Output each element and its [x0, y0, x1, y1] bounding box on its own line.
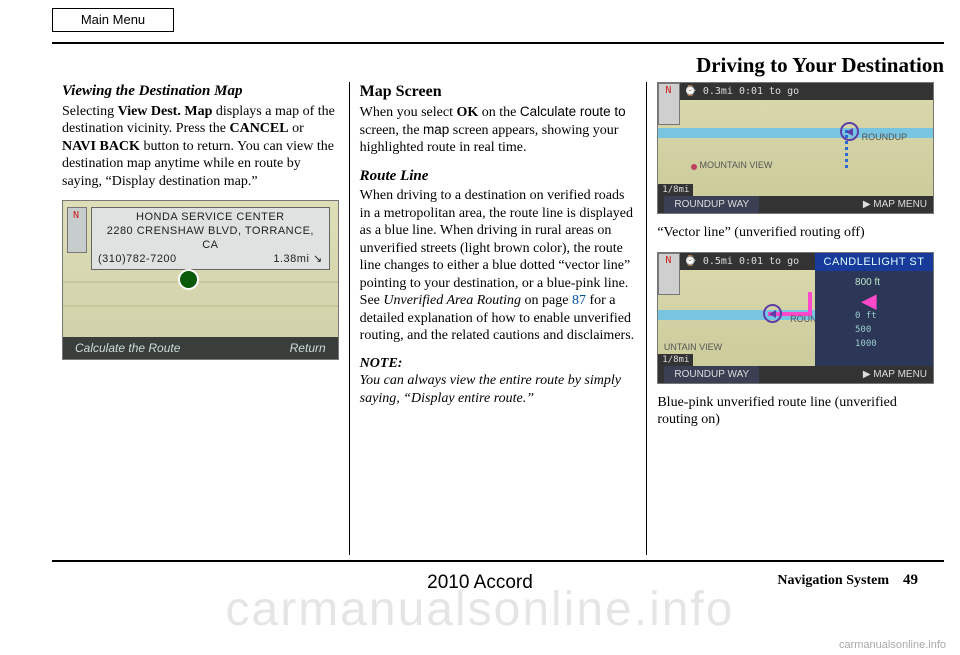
turn-arrow-icon: ◀ — [861, 291, 933, 311]
map-label: map — [423, 122, 449, 137]
text: on the — [478, 105, 520, 120]
scale-label: 1/8mi — [658, 184, 693, 196]
col2-heading: Map Screen — [360, 82, 637, 102]
current-road: ROUNDUP WAY — [664, 366, 759, 383]
map-roads — [63, 259, 338, 337]
road-label: ROUNDUP — [862, 132, 908, 143]
caption-vector-line: “Vector line” (unverified routing off) — [657, 224, 934, 242]
map-menu-button[interactable]: ▶ MAP MENU — [863, 196, 927, 213]
cancel-label: CANCEL — [229, 121, 288, 136]
vehicle-icon — [840, 122, 859, 141]
dest-address: 2280 CRENSHAW BLVD, TORRANCE, CA — [98, 225, 323, 253]
bottom-bar: ROUNDUP WAY ▶ MAP MENU — [658, 366, 933, 383]
compass-icon — [67, 207, 87, 253]
rule-bottom — [52, 560, 944, 562]
navi-back-label: NAVI BACK — [62, 139, 140, 154]
col2-p2: When driving to a destination on verifie… — [360, 187, 637, 345]
pink-route-icon — [808, 292, 812, 316]
note-label: NOTE: — [360, 355, 637, 373]
tick: 1000 — [855, 339, 933, 353]
text: When you select — [360, 105, 457, 120]
rule-top — [52, 42, 944, 44]
watermark-small: carmanualsonline.info — [839, 639, 946, 651]
column-2: Map Screen When you select OK on the Cal… — [349, 82, 647, 555]
road-label: UNTAIN VIEW — [664, 342, 722, 353]
text: on page — [521, 293, 572, 308]
calc-route-button[interactable]: Calculate the Route — [75, 341, 180, 356]
main-menu-button[interactable]: Main Menu — [52, 8, 174, 32]
col2-p1: When you select OK on the Calculate rout… — [360, 104, 637, 157]
content-columns: Viewing the Destination Map Selecting Vi… — [52, 82, 944, 555]
column-3: ⌚ 0.3mi 0:01 to go ROUNDUP MOUNTAIN VIEW… — [646, 82, 944, 555]
text: When driving to a destination on verifie… — [360, 188, 633, 308]
text: or — [289, 121, 304, 136]
ok-label: OK — [456, 105, 478, 120]
guidance-panel: CANDLELIGHT ST 800 ft ◀ 0 ft 500 1000 — [815, 253, 933, 366]
calc-route-to-label: Calculate route to — [520, 104, 626, 119]
tick: 500 — [855, 325, 933, 339]
return-button[interactable]: Return — [290, 341, 326, 356]
screenshot-vector-line: ⌚ 0.3mi 0:01 to go ROUNDUP MOUNTAIN VIEW… — [657, 82, 934, 214]
section-title: Driving to Your Destination — [696, 53, 944, 78]
town-dot-icon — [691, 164, 697, 170]
view-dest-map-label: View Dest. Map — [118, 104, 213, 119]
text: Selecting — [62, 104, 118, 119]
top-status-bar: ⌚ 0.3mi 0:01 to go — [680, 83, 933, 100]
caption-blue-pink: Blue-pink unverified route line (unverif… — [657, 394, 934, 429]
col2-subheading: Route Line — [360, 167, 637, 186]
tick: 0 ft — [855, 311, 933, 325]
vehicle-icon — [763, 304, 782, 323]
dist-ticks: 0 ft 500 1000 — [855, 311, 933, 353]
screenshot-destination-map: HONDA SERVICE CENTER 2280 CRENSHAW BLVD,… — [62, 200, 339, 360]
text: screen, the — [360, 123, 423, 138]
scale-label: 1/8mi — [658, 354, 693, 366]
note-text: You can always view the entire route by … — [360, 372, 637, 407]
map-menu-button[interactable]: ▶ MAP MENU — [863, 366, 927, 383]
screenshot-blue-pink: ⌚ 0.5mi 0:01 to go ROUNDUP UNTAIN VIEW C… — [657, 252, 934, 384]
dest-bottom-bar: Calculate the Route Return — [63, 337, 338, 359]
column-1: Viewing the Destination Map Selecting Vi… — [52, 82, 349, 555]
footer-doc-title: Navigation System 49 — [777, 572, 918, 589]
page-number: 49 — [903, 572, 918, 589]
current-road: ROUNDUP WAY — [664, 196, 759, 213]
col1-paragraph: Selecting View Dest. Map displays a map … — [62, 103, 339, 191]
road-label: MOUNTAIN VIEW — [700, 160, 773, 171]
col1-heading: Viewing the Destination Map — [62, 82, 339, 101]
dest-name: HONDA SERVICE CENTER — [98, 211, 323, 225]
next-street: CANDLELIGHT ST — [815, 253, 933, 271]
page-link-87[interactable]: 87 — [572, 293, 586, 308]
bottom-bar: ROUNDUP WAY ▶ MAP MENU — [658, 196, 933, 213]
doc-title: Navigation System — [777, 573, 889, 589]
map-canvas: ROUNDUP MOUNTAIN VIEW — [658, 100, 933, 196]
unverified-routing-ref: Unverified Area Routing — [383, 293, 521, 308]
